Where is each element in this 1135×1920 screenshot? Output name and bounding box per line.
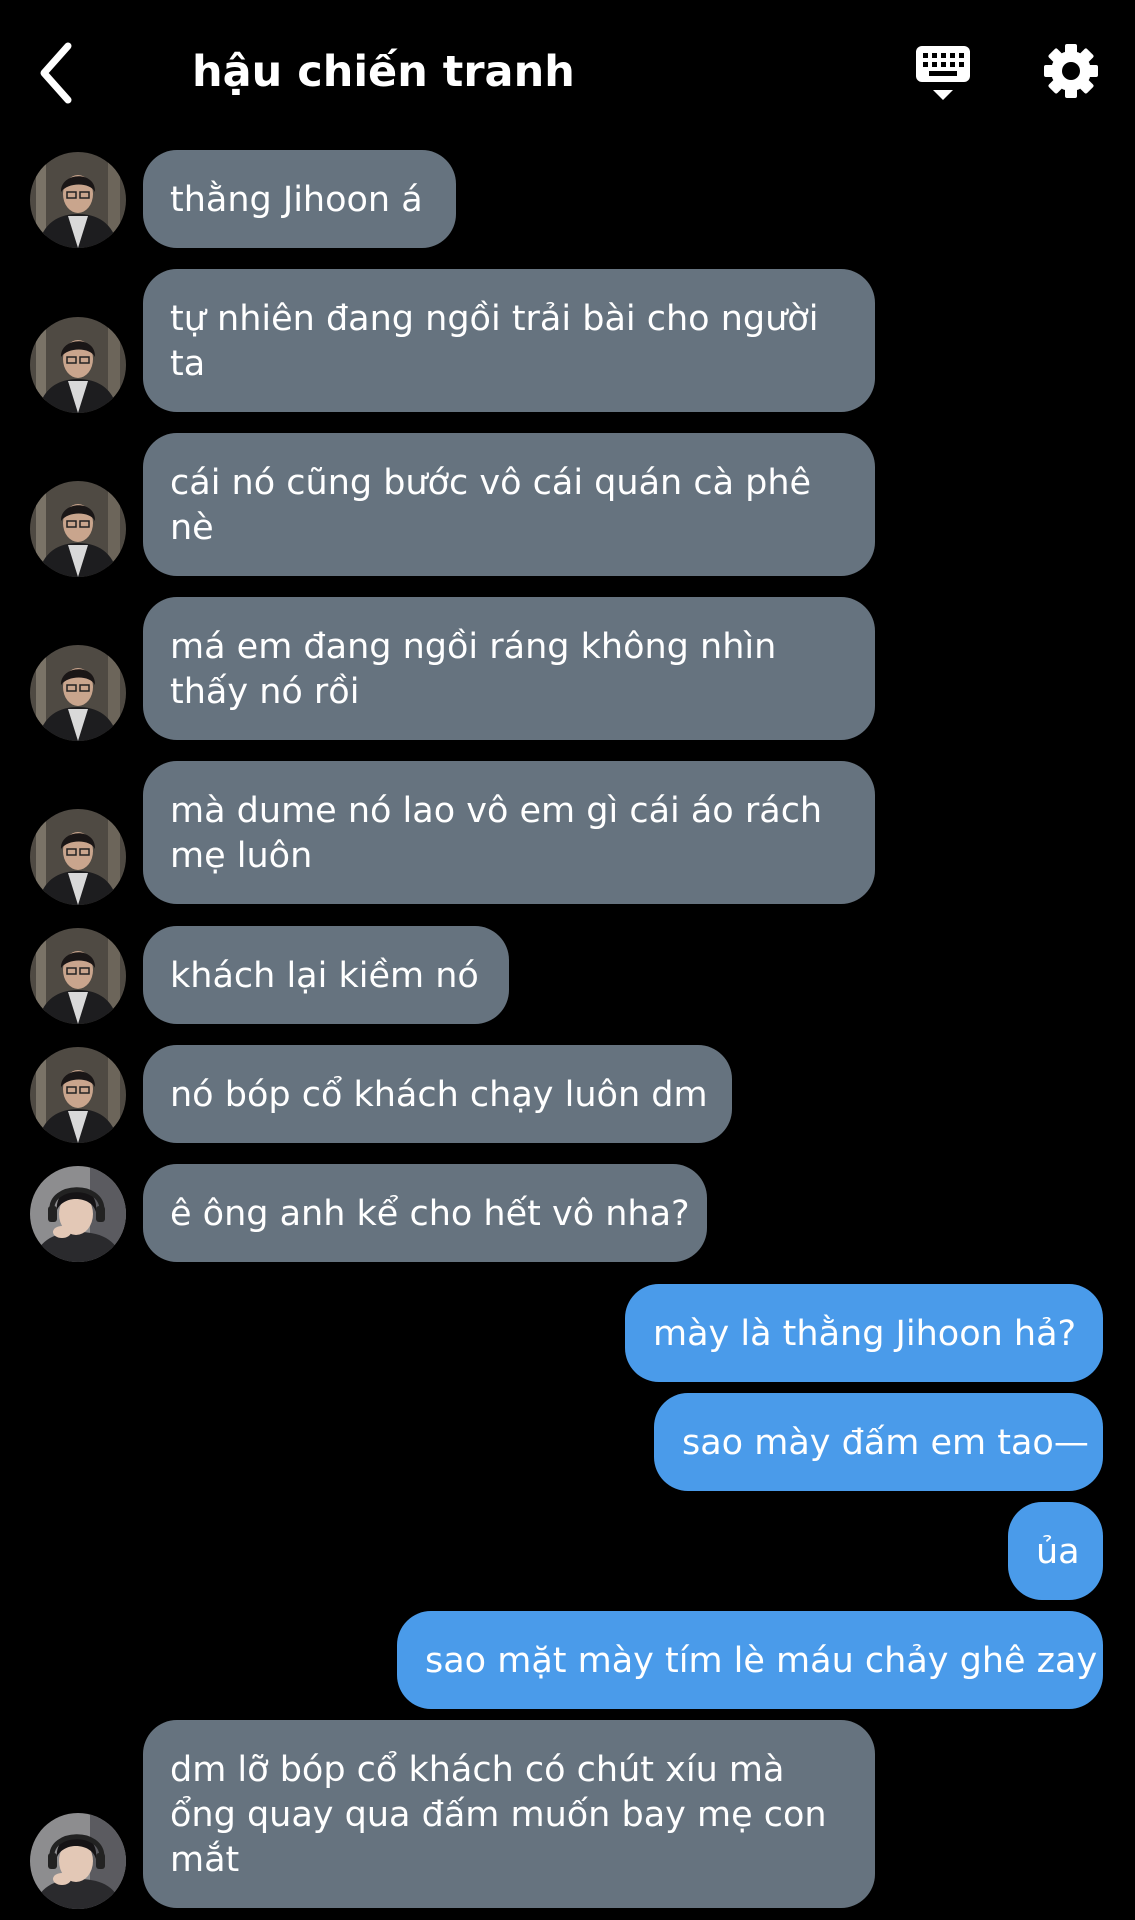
message-text: nè bbox=[170, 508, 214, 548]
message-bubble-outgoing[interactable]: ủa bbox=[1008, 1502, 1103, 1600]
message-bubble-outgoing[interactable]: sao mày đấm em tao— bbox=[654, 1393, 1103, 1491]
avatar-headphones bbox=[30, 1166, 126, 1262]
avatar-glasses bbox=[30, 481, 126, 577]
message-text: ổng quay qua đấm muốn bay mẹ con bbox=[170, 1795, 827, 1835]
sender-avatar[interactable] bbox=[30, 645, 126, 741]
message-text: dm lỡ bóp cổ khách có chút xíu mà bbox=[170, 1750, 785, 1790]
message-bubble-outgoing[interactable]: mày là thằng Jihoon hả? bbox=[625, 1284, 1103, 1382]
avatar-glasses bbox=[30, 152, 126, 248]
message-text: mà dume nó lao vô em gì cái áo rách bbox=[170, 791, 823, 831]
keyboard-button[interactable] bbox=[914, 44, 972, 104]
message-text: mẹ luôn bbox=[170, 836, 313, 876]
sender-avatar[interactable] bbox=[30, 1047, 126, 1143]
sender-avatar[interactable] bbox=[30, 1166, 126, 1262]
message-bubble-incoming[interactable]: dm lỡ bóp cổ khách có chút xíu mà ổng qu… bbox=[143, 1720, 875, 1908]
message-text: sao mày đấm em tao— bbox=[682, 1423, 1089, 1463]
message-bubble-incoming[interactable]: ê ông anh kể cho hết vô nha? bbox=[143, 1164, 707, 1262]
message-text: thằng Jihoon á bbox=[170, 180, 423, 220]
message-bubble-incoming[interactable]: tự nhiên đang ngồi trải bài cho người ta bbox=[143, 269, 875, 412]
message-bubble-incoming[interactable]: thằng Jihoon á bbox=[143, 150, 456, 248]
message-text: tự nhiên đang ngồi trải bài cho người bbox=[170, 299, 819, 339]
back-button[interactable] bbox=[36, 38, 80, 108]
sender-avatar[interactable] bbox=[30, 928, 126, 1024]
message-bubble-incoming[interactable]: cái nó cũng bước vô cái quán cà phê nè bbox=[143, 433, 875, 576]
sender-avatar[interactable] bbox=[30, 809, 126, 905]
message-bubble-incoming[interactable]: khách lại kiềm nó bbox=[143, 926, 509, 1024]
sender-avatar[interactable] bbox=[30, 317, 126, 413]
message-bubble-incoming[interactable]: má em đang ngồi ráng không nhìn thấy nó … bbox=[143, 597, 875, 740]
chevron-left-icon bbox=[40, 42, 72, 104]
message-text: ủa bbox=[1036, 1532, 1080, 1572]
sender-avatar[interactable] bbox=[30, 1813, 126, 1909]
message-text: khách lại kiềm nó bbox=[170, 956, 479, 996]
message-bubble-incoming[interactable]: mà dume nó lao vô em gì cái áo rách mẹ l… bbox=[143, 761, 875, 904]
settings-button[interactable] bbox=[1042, 42, 1100, 100]
avatar-glasses bbox=[30, 645, 126, 741]
message-text: ê ông anh kể cho hết vô nha? bbox=[170, 1194, 690, 1234]
avatar-glasses bbox=[30, 317, 126, 413]
message-text: ta bbox=[170, 344, 206, 384]
keyboard-icon bbox=[916, 46, 970, 100]
gear-icon bbox=[1044, 44, 1098, 98]
avatar-glasses bbox=[30, 809, 126, 905]
message-text: mắt bbox=[170, 1840, 240, 1880]
message-text: sao mặt mày tím lè máu chảy ghê zay bbox=[425, 1641, 1098, 1681]
sender-avatar[interactable] bbox=[30, 152, 126, 248]
message-text: cái nó cũng bước vô cái quán cà phê bbox=[170, 463, 812, 503]
message-bubble-incoming[interactable]: nó bóp cổ khách chạy luôn dm bbox=[143, 1045, 732, 1143]
chat-title: hậu chiến tranh bbox=[192, 47, 575, 97]
message-text: mày là thằng Jihoon hả? bbox=[653, 1314, 1077, 1354]
avatar-headphones bbox=[30, 1813, 126, 1909]
message-text: má em đang ngồi ráng không nhìn bbox=[170, 627, 777, 667]
avatar-glasses bbox=[30, 928, 126, 1024]
sender-avatar[interactable] bbox=[30, 481, 126, 577]
chat-header: hậu chiến tranh bbox=[0, 0, 1135, 140]
avatar-glasses bbox=[30, 1047, 126, 1143]
message-text: nó bóp cổ khách chạy luôn dm bbox=[170, 1075, 708, 1115]
message-bubble-outgoing[interactable]: sao mặt mày tím lè máu chảy ghê zay bbox=[397, 1611, 1103, 1709]
message-text: thấy nó rồi bbox=[170, 672, 360, 712]
